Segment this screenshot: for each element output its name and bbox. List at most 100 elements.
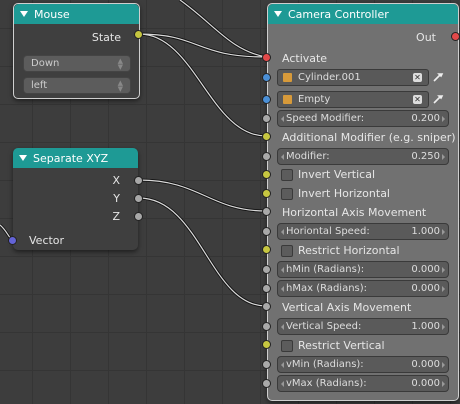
mouse-node-title: Mouse: [34, 7, 70, 21]
speed-modifier-socket[interactable]: [262, 114, 271, 123]
speed-modifier-value: 0.200: [411, 113, 440, 124]
vmin-value: 0.000: [411, 359, 440, 370]
invert-horizontal-row: Invert Horizontal: [298, 185, 390, 202]
camera-controller-title: Camera Controller: [288, 7, 389, 21]
x-socket[interactable]: [134, 176, 143, 185]
out-output: Out: [416, 29, 436, 46]
vmax-socket[interactable]: [262, 379, 271, 388]
modifier-socket[interactable]: [262, 152, 271, 161]
vmax-value: 0.000: [411, 378, 440, 389]
vmin-socket[interactable]: [262, 360, 271, 369]
out-socket[interactable]: [451, 32, 460, 41]
restrict-vertical-checkbox[interactable]: [281, 340, 293, 352]
state-output: State: [92, 29, 121, 46]
vmin-field[interactable]: vMin (Radians): 0.000: [277, 356, 449, 373]
restrict-vertical-socket[interactable]: [262, 340, 271, 349]
vmax-label: vMax (Radians):: [286, 378, 367, 389]
separate-xyz-header[interactable]: Separate XYZ: [13, 148, 138, 168]
y-label: Y: [113, 192, 120, 205]
horizontal-axis-input: Horizontal Axis Movement: [282, 204, 426, 221]
horizontal-axis-label: Horizontal Axis Movement: [282, 206, 427, 219]
collapse-icon[interactable]: [274, 11, 282, 17]
hmin-label: hMin (Radians):: [286, 264, 365, 275]
object-socket-2[interactable]: [262, 95, 271, 104]
camera-controller-node[interactable]: Camera Controller Out Activate Cylinder.…: [267, 3, 459, 401]
clear-icon[interactable]: ✕: [413, 95, 422, 104]
eyedropper-icon[interactable]: [432, 71, 444, 83]
mouse-event-value: Down: [31, 58, 60, 69]
restrict-horizontal-socket[interactable]: [262, 245, 271, 254]
object-field-empty[interactable]: Empty ✕: [277, 91, 429, 108]
restrict-horizontal-checkbox[interactable]: [281, 245, 293, 257]
z-label: Z: [112, 210, 120, 223]
object-field-cylinder[interactable]: Cylinder.001 ✕: [277, 69, 429, 86]
object-cube-icon: [283, 73, 292, 82]
mouse-node-header[interactable]: Mouse: [14, 4, 139, 24]
horizontal-speed-label: Horiontal Speed:: [286, 226, 370, 237]
activate-label: Activate: [282, 52, 328, 65]
additional-modifier-socket[interactable]: [262, 132, 271, 141]
mouse-node[interactable]: Mouse State Down ▲ ▼ left ▲ ▼: [13, 3, 140, 99]
hmin-socket[interactable]: [262, 265, 271, 274]
collapse-icon[interactable]: [20, 11, 28, 17]
restrict-horizontal-label: Restrict Horizontal: [298, 244, 400, 257]
clear-icon[interactable]: ✕: [413, 73, 422, 82]
invert-horizontal-label: Invert Horizontal: [298, 187, 390, 200]
updown-icon: ▲ ▼: [117, 57, 123, 71]
vertical-speed-field[interactable]: Vertical Speed: 1.000: [277, 318, 449, 335]
vector-input: Vector: [29, 232, 64, 249]
horizontal-axis-socket[interactable]: [262, 207, 271, 216]
y-socket[interactable]: [134, 194, 143, 203]
horizontal-speed-socket[interactable]: [262, 227, 271, 236]
additional-modifier-label: Additional Modifier (e.g. sniper): [282, 131, 456, 144]
invert-horizontal-socket[interactable]: [262, 189, 271, 198]
x-output: X: [112, 172, 120, 189]
hmax-socket[interactable]: [262, 284, 271, 293]
vmax-field[interactable]: vMax (Radians): 0.000: [277, 375, 449, 392]
out-label: Out: [416, 31, 436, 44]
vector-socket[interactable]: [8, 236, 17, 245]
vertical-axis-label: Vertical Axis Movement: [282, 301, 412, 314]
vector-label: Vector: [29, 234, 65, 247]
invert-horizontal-checkbox[interactable]: [281, 188, 293, 200]
camera-controller-header[interactable]: Camera Controller: [268, 4, 458, 24]
invert-vertical-checkbox[interactable]: [281, 169, 293, 181]
separate-xyz-title: Separate XYZ: [33, 151, 109, 165]
state-label: State: [91, 31, 121, 44]
horizontal-speed-value: 1.000: [411, 226, 440, 237]
invert-vertical-socket[interactable]: [262, 170, 271, 179]
z-output: Z: [112, 208, 120, 225]
restrict-horizontal-row: Restrict Horizontal: [298, 242, 400, 259]
hmax-field[interactable]: hMax (Radians): 0.000: [277, 280, 449, 297]
invert-vertical-row: Invert Vertical: [298, 166, 375, 183]
speed-modifier-field[interactable]: Speed Modifier: 0.200: [277, 110, 449, 127]
modifier-field[interactable]: Modifier: 0.250: [277, 148, 449, 165]
x-label: X: [112, 174, 120, 187]
object-name: Cylinder.001: [298, 72, 361, 83]
activate-socket[interactable]: [262, 53, 271, 62]
hmin-field[interactable]: hMin (Radians): 0.000: [277, 261, 449, 278]
vertical-axis-socket[interactable]: [262, 302, 271, 311]
eyedropper-icon[interactable]: [432, 93, 444, 105]
y-output: Y: [113, 190, 120, 207]
activate-input: Activate: [282, 50, 327, 67]
restrict-vertical-label: Restrict Vertical: [298, 339, 385, 352]
object-socket-1[interactable]: [262, 73, 271, 82]
updown-icon: ▲ ▼: [117, 79, 123, 93]
collapse-icon[interactable]: [19, 155, 27, 161]
speed-modifier-label: Speed Modifier:: [286, 113, 365, 124]
invert-vertical-label: Invert Vertical: [298, 168, 375, 181]
horizontal-speed-field[interactable]: Horiontal Speed: 1.000: [277, 223, 449, 240]
mouse-event-select[interactable]: Down ▲ ▼: [23, 55, 131, 72]
vertical-speed-label: Vertical Speed:: [286, 321, 362, 332]
separate-xyz-node[interactable]: Separate XYZ X Y Z Vector: [13, 148, 138, 250]
additional-modifier-input: Additional Modifier (e.g. sniper): [282, 129, 456, 146]
hmax-label: hMax (Radians):: [286, 283, 368, 294]
state-socket[interactable]: [134, 30, 143, 39]
object-name: Empty: [298, 94, 331, 105]
mouse-button-select[interactable]: left ▲ ▼: [23, 77, 131, 94]
z-socket[interactable]: [134, 212, 143, 221]
vmin-label: vMin (Radians):: [286, 359, 364, 370]
vertical-speed-socket[interactable]: [262, 322, 271, 331]
modifier-label: Modifier:: [286, 151, 330, 162]
